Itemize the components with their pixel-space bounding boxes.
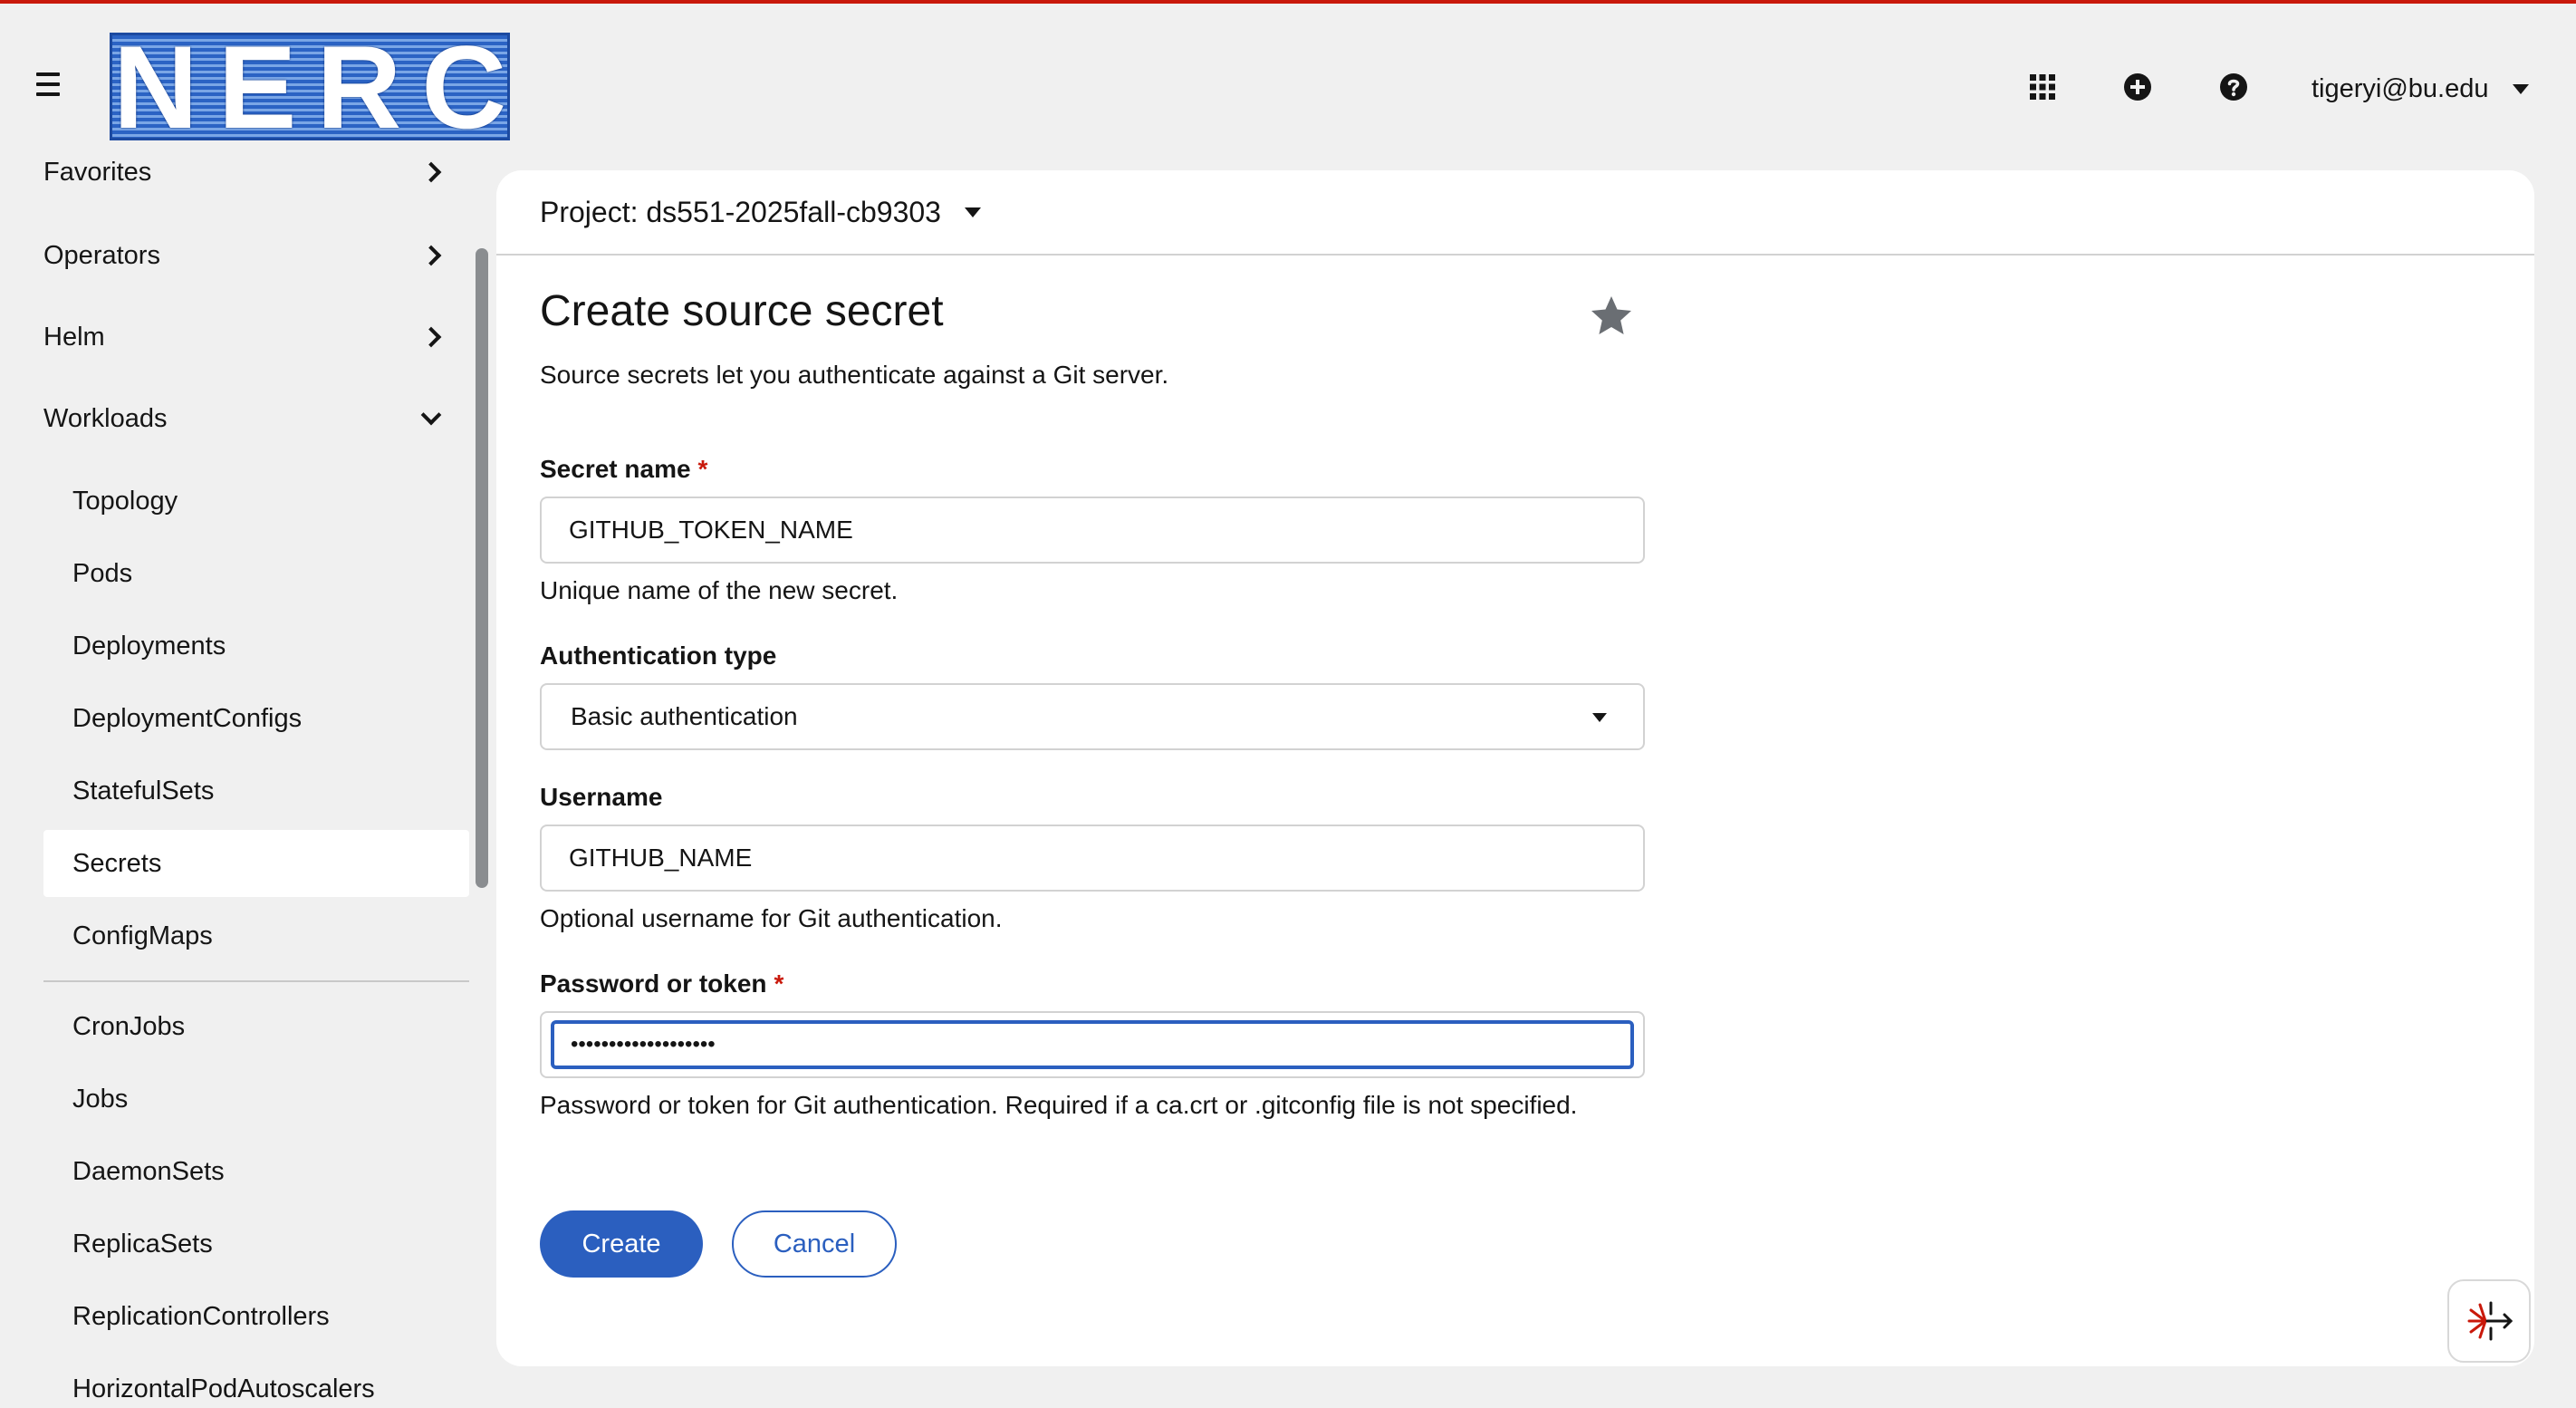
sidebar-item-pods[interactable]: Pods xyxy=(43,540,469,607)
sidebar-group-label: Operators xyxy=(43,240,160,270)
sidebar-item-daemonsets[interactable]: DaemonSets xyxy=(43,1138,469,1205)
sidebar-item-label: StatefulSets xyxy=(72,776,215,805)
secret-name-label: Secret name * xyxy=(540,455,707,484)
app-launcher-icon[interactable] xyxy=(2027,72,2058,102)
sidebar-item-label: DaemonSets xyxy=(72,1156,225,1186)
chevron-right-icon xyxy=(420,161,442,183)
add-icon[interactable] xyxy=(2122,72,2153,102)
secret-name-label-text: Secret name xyxy=(540,455,691,483)
sidebar-group-workloads[interactable]: Workloads xyxy=(43,391,451,446)
sidebar-group-favorites[interactable]: Favorites xyxy=(43,159,451,199)
sidebar-item-deployments[interactable]: Deployments xyxy=(43,612,469,680)
username-field[interactable] xyxy=(540,825,1645,892)
sidebar-item-cronjobs[interactable]: CronJobs xyxy=(43,993,469,1060)
caret-down-icon xyxy=(964,207,981,217)
sidebar-item-label: Pods xyxy=(72,558,133,588)
cancel-button[interactable]: Cancel xyxy=(732,1210,897,1278)
auth-type-select[interactable]: Basic authentication xyxy=(540,683,1645,750)
secret-name-input[interactable] xyxy=(542,498,1643,562)
chevron-right-icon xyxy=(420,326,442,348)
sidebar-item-label: ConfigMaps xyxy=(72,921,213,950)
sidebar-item-configmaps[interactable]: ConfigMaps xyxy=(43,902,469,969)
password-input[interactable] xyxy=(554,1024,1630,1066)
sidebar-item-replicasets[interactable]: ReplicaSets xyxy=(43,1210,469,1278)
sidebar-item-label: ReplicationControllers xyxy=(72,1301,330,1331)
username-helper: Optional username for Git authentication… xyxy=(540,904,1003,932)
password-focus-ring xyxy=(551,1020,1634,1069)
sidebar-group-label: Helm xyxy=(43,322,105,352)
page-description: Source secrets let you authenticate agai… xyxy=(540,361,1169,389)
username-label: Username xyxy=(540,783,663,811)
project-label: Project: ds551-2025fall-cb9303 xyxy=(540,196,941,228)
username-input[interactable] xyxy=(542,826,1643,890)
sidebar-item-horizontalpodautoscalers[interactable]: HorizontalPodAutoscalers xyxy=(43,1355,469,1408)
password-helper: Password or token for Git authentication… xyxy=(540,1091,1578,1119)
password-label-text: Password or token xyxy=(540,969,767,998)
sidebar-item-label: HorizontalPodAutoscalers xyxy=(72,1374,375,1403)
sidebar-item-label: Topology xyxy=(72,486,178,516)
sidebar-item-label: CronJobs xyxy=(72,1011,186,1041)
auth-type-label: Authentication type xyxy=(540,641,777,670)
favorite-star-icon[interactable] xyxy=(1589,294,1634,339)
chevron-right-icon xyxy=(420,245,442,266)
assistant-launcher-button[interactable] xyxy=(2447,1279,2531,1363)
project-bar: Project: ds551-2025fall-cb9303 xyxy=(496,170,2534,256)
password-label: Password or token * xyxy=(540,969,783,998)
sidebar-item-label: Jobs xyxy=(72,1084,129,1114)
secret-name-field[interactable] xyxy=(540,497,1645,564)
masthead: NERC tigeryi@bu.edu xyxy=(0,4,2576,169)
sidebar-scrollbar[interactable] xyxy=(476,248,488,888)
caret-down-icon xyxy=(2512,83,2529,94)
required-asterisk: * xyxy=(697,455,708,483)
create-button[interactable]: Create xyxy=(540,1210,703,1278)
sidebar-group-operators[interactable]: Operators xyxy=(43,228,451,283)
assistant-spark-icon xyxy=(2467,1301,2514,1341)
nerc-logo[interactable]: NERC xyxy=(110,28,510,146)
sidebar-item-secrets[interactable]: Secrets xyxy=(43,830,469,897)
sidebar-item-label: Deployments xyxy=(72,631,226,661)
project-selector[interactable]: Project: ds551-2025fall-cb9303 xyxy=(540,196,981,229)
sidebar: Favorites Operators Helm Workloads Topol… xyxy=(0,159,478,1408)
sidebar-item-label: ReplicaSets xyxy=(72,1229,213,1259)
logo-text: NERC xyxy=(112,20,527,153)
user-menu[interactable]: tigeryi@bu.edu xyxy=(2312,71,2529,107)
required-asterisk: * xyxy=(774,969,784,998)
sidebar-group-label: Workloads xyxy=(43,403,168,433)
sidebar-item-replicationcontrollers[interactable]: ReplicationControllers xyxy=(43,1283,469,1350)
chevron-down-icon xyxy=(420,404,442,426)
sidebar-item-label: DeploymentConfigs xyxy=(72,703,303,733)
page-title: Create source secret xyxy=(540,287,944,335)
sidebar-group-label: Favorites xyxy=(43,159,152,187)
sidebar-item-jobs[interactable]: Jobs xyxy=(43,1066,469,1133)
secret-name-helper: Unique name of the new secret. xyxy=(540,576,899,604)
sidebar-item-statefulsets[interactable]: StatefulSets xyxy=(43,757,469,825)
password-field[interactable] xyxy=(540,1011,1645,1078)
user-name: tigeryi@bu.edu xyxy=(2312,73,2489,103)
main-content: Project: ds551-2025fall-cb9303 Create so… xyxy=(496,170,2534,1366)
sidebar-group-helm[interactable]: Helm xyxy=(43,310,451,364)
sidebar-item-label: Secrets xyxy=(72,848,162,878)
caret-down-icon xyxy=(1592,713,1607,722)
sidebar-item-deploymentconfigs[interactable]: DeploymentConfigs xyxy=(43,685,469,752)
sidebar-divider xyxy=(43,980,469,982)
sidebar-item-topology[interactable]: Topology xyxy=(43,468,469,535)
help-icon[interactable] xyxy=(2218,72,2249,102)
auth-type-value: Basic authentication xyxy=(571,702,798,730)
menu-icon[interactable] xyxy=(36,72,60,100)
